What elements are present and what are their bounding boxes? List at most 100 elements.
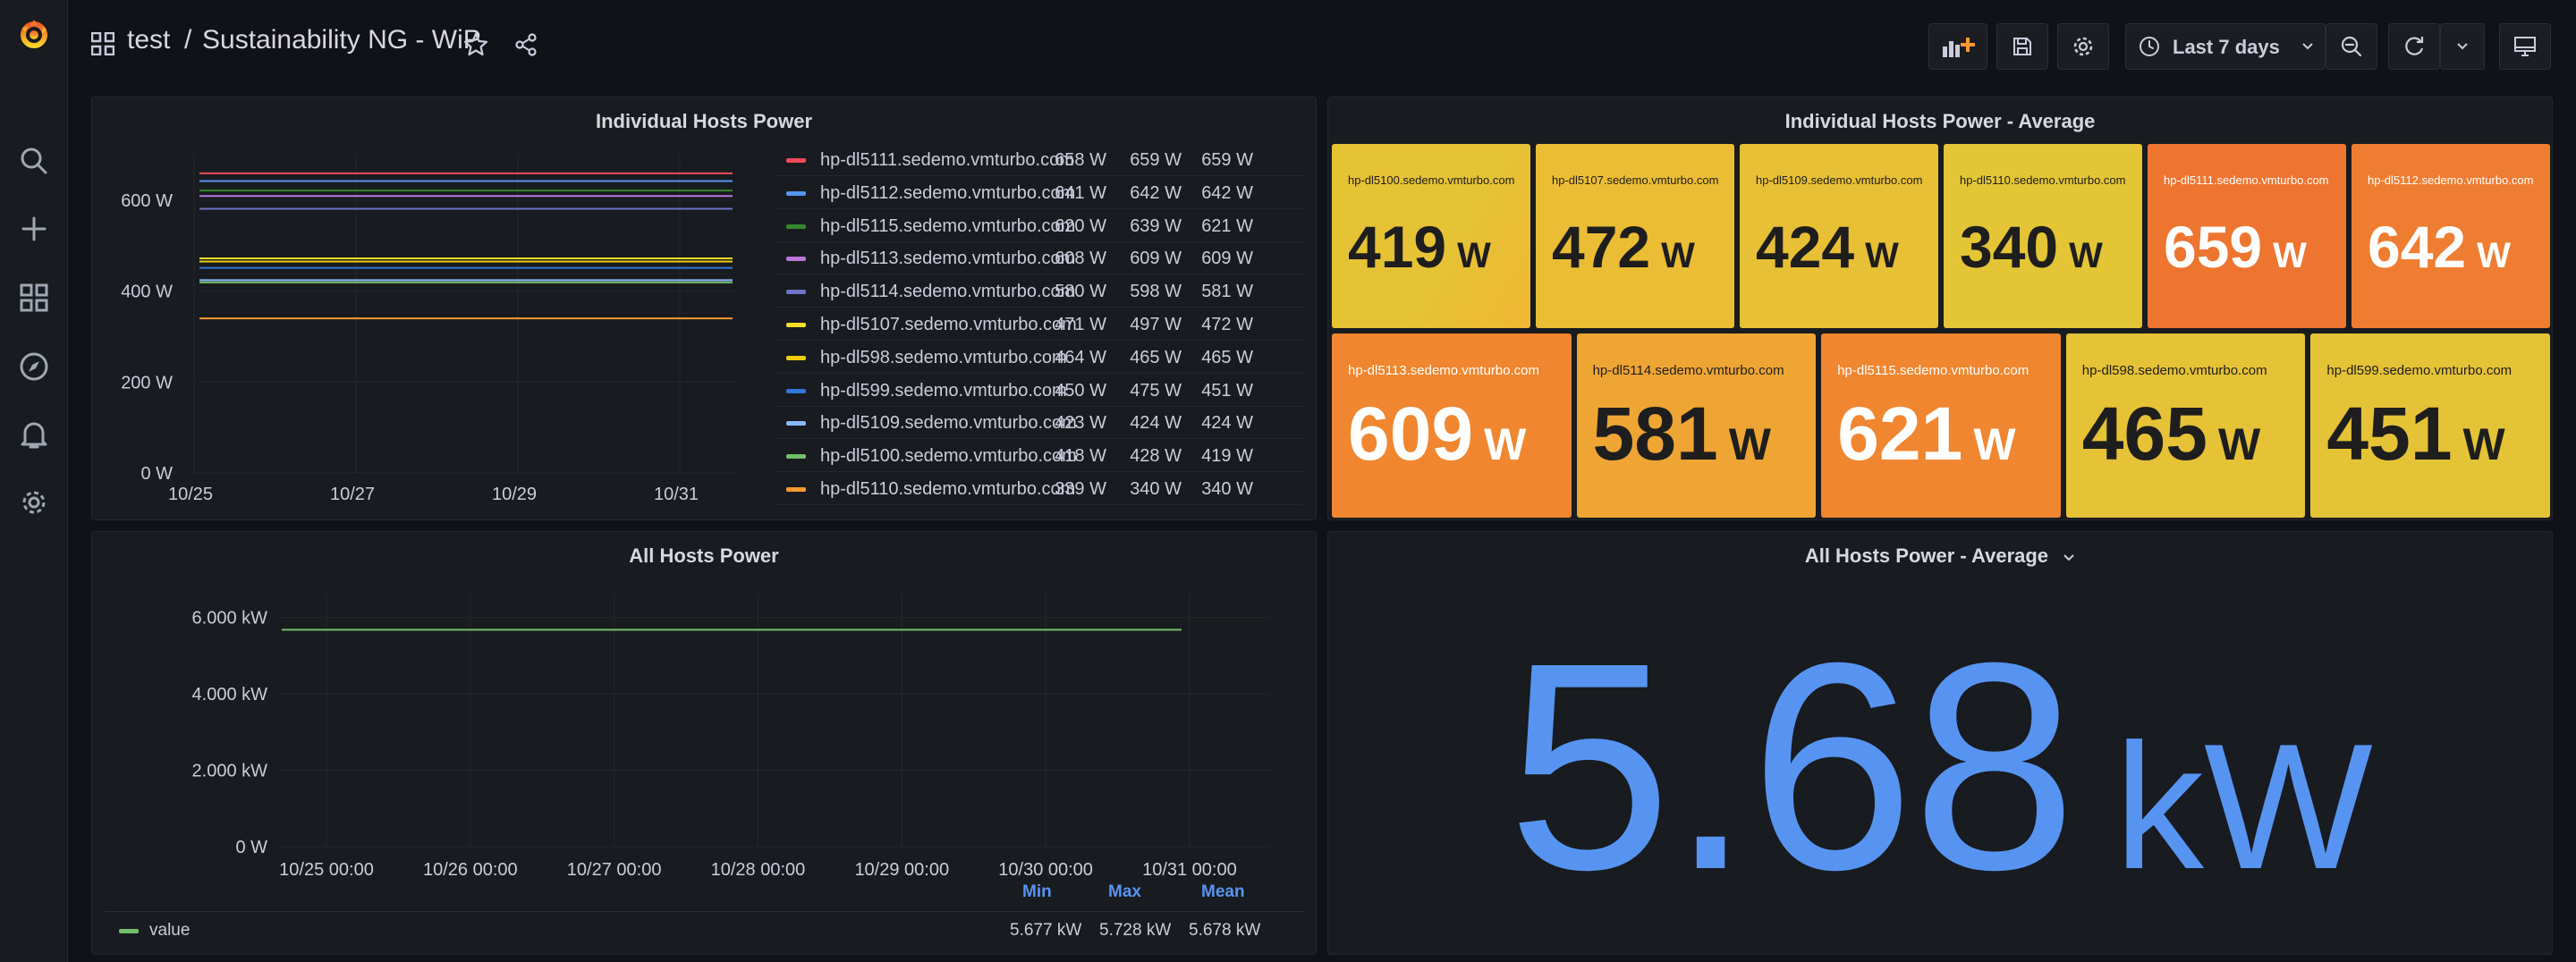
- search-icon[interactable]: [16, 143, 52, 179]
- panel-all-hosts-power: All Hosts Power 6.000 kW 4.000 kW 2.000 kW…: [91, 531, 1317, 955]
- grafana-logo-icon[interactable]: [16, 16, 52, 52]
- stat-tile[interactable]: hp-dl5107.sedemo.vmturbo.com 472 W: [1536, 144, 1734, 328]
- legend-row[interactable]: hp-dl5112.sedemo.vmturbo.com 641 W 642 W 64…: [775, 177, 1303, 209]
- gear-icon[interactable]: [16, 485, 52, 520]
- legend-header-mean[interactable]: Mean: [1201, 882, 1255, 902]
- big-stat-value: 5.68: [1507, 601, 2076, 931]
- add-panel-button[interactable]: [1928, 23, 1987, 70]
- dashboard-title[interactable]: Sustainability NG - WiP: [202, 25, 481, 55]
- stat-tile[interactable]: hp-dl5110.sedemo.vmturbo.com 340 W: [1944, 144, 2142, 328]
- share-icon[interactable]: [513, 32, 538, 62]
- legend-swatch: [786, 388, 806, 393]
- legend-max: 5.728 kW: [1099, 921, 1172, 940]
- stat-tile-unit: W: [1865, 236, 1899, 275]
- stat-tile-value-wrap: 419 W: [1348, 217, 1491, 276]
- stat-tile[interactable]: hp-dl5115.sedemo.vmturbo.com 621 W: [1821, 333, 2061, 518]
- zoom-out-button[interactable]: [2326, 23, 2377, 70]
- x-tick-label: 10/30 00:00: [998, 860, 1093, 880]
- stat-tile-name: hp-dl598.sedemo.vmturbo.com: [2081, 363, 2267, 378]
- legend-max: 497 W: [1130, 315, 1182, 334]
- chevron-down-icon: [2457, 43, 2468, 50]
- stat-tile-value-wrap: 451 W: [2326, 396, 2504, 471]
- y-tick-label: 4.000 kW: [192, 685, 268, 705]
- stat-tile-unit: W: [1661, 236, 1695, 275]
- legend-max: 475 W: [1130, 380, 1182, 401]
- legend-swatch: [786, 224, 806, 229]
- panel-title-dropdown[interactable]: All Hosts Power - Average: [1328, 544, 2552, 568]
- legend-row[interactable]: hp-dl5107.sedemo.vmturbo.com 471 W 497 W 47…: [775, 308, 1303, 341]
- legend-last: 472 W: [1201, 315, 1253, 334]
- legend-series-name: hp-dl5113.sedemo.vmturbo.com: [820, 249, 1076, 269]
- refresh-button[interactable]: [2388, 23, 2440, 70]
- stat-tile-unit: W: [2069, 236, 2103, 275]
- refresh-interval-button[interactable]: [2440, 23, 2485, 70]
- legend-min: 464 W: [1055, 347, 1106, 367]
- legend-series-name: hp-dl5112.sedemo.vmturbo.com: [820, 182, 1076, 203]
- legend-row[interactable]: hp-dl5115.sedemo.vmturbo.com 620 W 639 W 62…: [775, 210, 1303, 242]
- legend-swatch: [786, 290, 806, 295]
- x-tick-label: 10/27 00:00: [567, 860, 662, 880]
- stat-tile[interactable]: hp-dl599.sedemo.vmturbo.com 451 W: [2310, 333, 2550, 518]
- plus-icon[interactable]: [16, 211, 52, 247]
- stat-tile-value: 659: [2164, 214, 2263, 280]
- dashboards-icon[interactable]: [16, 280, 52, 316]
- all-power-chart[interactable]: 6.000 kW 4.000 kW 2.000 kW 0 W 10/25 00:00 10…: [92, 577, 1318, 881]
- legend-headers: Min Max Mean: [1022, 882, 1305, 907]
- legend-swatch: [119, 929, 139, 933]
- individual-power-legend: hp-dl5111.sedemo.vmturbo.com 658 W 659 W 65…: [775, 144, 1312, 511]
- y-tick-label: 200 W: [121, 373, 173, 392]
- legend-row[interactable]: hp-dl5110.sedemo.vmturbo.com 339 W 340 W 34…: [775, 473, 1303, 505]
- legend-swatch: [786, 454, 806, 460]
- stat-tile[interactable]: hp-dl5111.sedemo.vmturbo.com 659 W: [2148, 144, 2346, 328]
- tv-mode-button[interactable]: [2499, 23, 2551, 70]
- stat-tile[interactable]: hp-dl5112.sedemo.vmturbo.com 642 W: [2351, 144, 2550, 328]
- legend-max: 428 W: [1130, 446, 1182, 467]
- stat-tile[interactable]: hp-dl5109.sedemo.vmturbo.com 424 W: [1740, 144, 1938, 328]
- settings-button[interactable]: [2057, 23, 2109, 70]
- time-range-picker[interactable]: Last 7 days: [2125, 23, 2326, 70]
- stat-tile[interactable]: hp-dl5100.sedemo.vmturbo.com 419 W: [1332, 144, 1530, 328]
- refresh-icon: [2405, 37, 2424, 55]
- legend-min: 608 W: [1055, 249, 1106, 269]
- legend-row[interactable]: hp-dl598.sedemo.vmturbo.com 464 W 465 W 465…: [775, 342, 1303, 374]
- save-button[interactable]: [1996, 23, 2048, 70]
- stat-tile-name: hp-dl5114.sedemo.vmturbo.com: [1592, 363, 1784, 378]
- legend-row[interactable]: hp-dl5100.sedemo.vmturbo.com 418 W 428 W 41…: [775, 440, 1303, 473]
- x-tick-label: 10/26 00:00: [423, 860, 518, 880]
- legend-max: 659 W: [1130, 150, 1182, 170]
- save-icon: [2013, 38, 2031, 55]
- stat-tile-value: 340: [1960, 214, 2059, 280]
- stat-tile[interactable]: hp-dl598.sedemo.vmturbo.com 465 W: [2065, 333, 2306, 518]
- breadcrumb-folder[interactable]: test: [127, 25, 170, 55]
- y-tick-label: 6.000 kW: [192, 609, 268, 629]
- panel-title[interactable]: All Hosts Power: [92, 544, 1316, 568]
- stat-tile[interactable]: hp-dl5114.sedemo.vmturbo.com 581 W: [1576, 333, 1817, 518]
- legend-min: 641 W: [1055, 182, 1106, 203]
- legend-last: 340 W: [1201, 479, 1253, 499]
- legend-row[interactable]: hp-dl5109.sedemo.vmturbo.com 423 W 424 W 42…: [775, 407, 1303, 440]
- star-icon[interactable]: [463, 32, 488, 62]
- legend-row[interactable]: hp-dl5114.sedemo.vmturbo.com 580 W 598 W 58…: [775, 275, 1303, 308]
- legend-header-min[interactable]: Min: [1022, 882, 1076, 902]
- stat-tile-unit: W: [2273, 236, 2307, 275]
- legend-last: 642 W: [1201, 182, 1253, 203]
- panel-title[interactable]: Individual Hosts Power - Average: [1328, 110, 2552, 133]
- stat-tile-name: hp-dl5110.sedemo.vmturbo.com: [1960, 173, 2126, 187]
- bell-icon[interactable]: [16, 417, 52, 452]
- panel-title[interactable]: Individual Hosts Power: [92, 110, 1316, 133]
- legend-last: 621 W: [1201, 215, 1253, 236]
- legend-row[interactable]: hp-dl5113.sedemo.vmturbo.com 608 W 609 W 60…: [775, 242, 1303, 275]
- stat-tile[interactable]: hp-dl5113.sedemo.vmturbo.com 609 W: [1332, 333, 1572, 518]
- stat-tile-value: 419: [1348, 214, 1447, 280]
- compass-icon[interactable]: [16, 349, 52, 384]
- chevron-down-icon: [2063, 554, 2074, 561]
- legend-min: 580 W: [1055, 282, 1106, 302]
- legend-swatch: [786, 355, 806, 360]
- time-range-label: Last 7 days: [2173, 36, 2280, 58]
- legend-row[interactable]: hp-dl599.sedemo.vmturbo.com 450 W 475 W 451…: [775, 375, 1303, 407]
- legend-row-value[interactable]: value 5.677 kW 5.728 kW 5.678 kW: [105, 915, 1305, 947]
- legend-series-name: hp-dl5110.sedemo.vmturbo.com: [820, 479, 1076, 499]
- individual-power-chart[interactable]: 600 W 400 W 200 W 0 W10/25 10/27 10/29 10/31: [92, 133, 772, 518]
- legend-header-max[interactable]: Max: [1108, 882, 1162, 902]
- legend-row[interactable]: hp-dl5111.sedemo.vmturbo.com 658 W 659 W 65…: [775, 144, 1303, 176]
